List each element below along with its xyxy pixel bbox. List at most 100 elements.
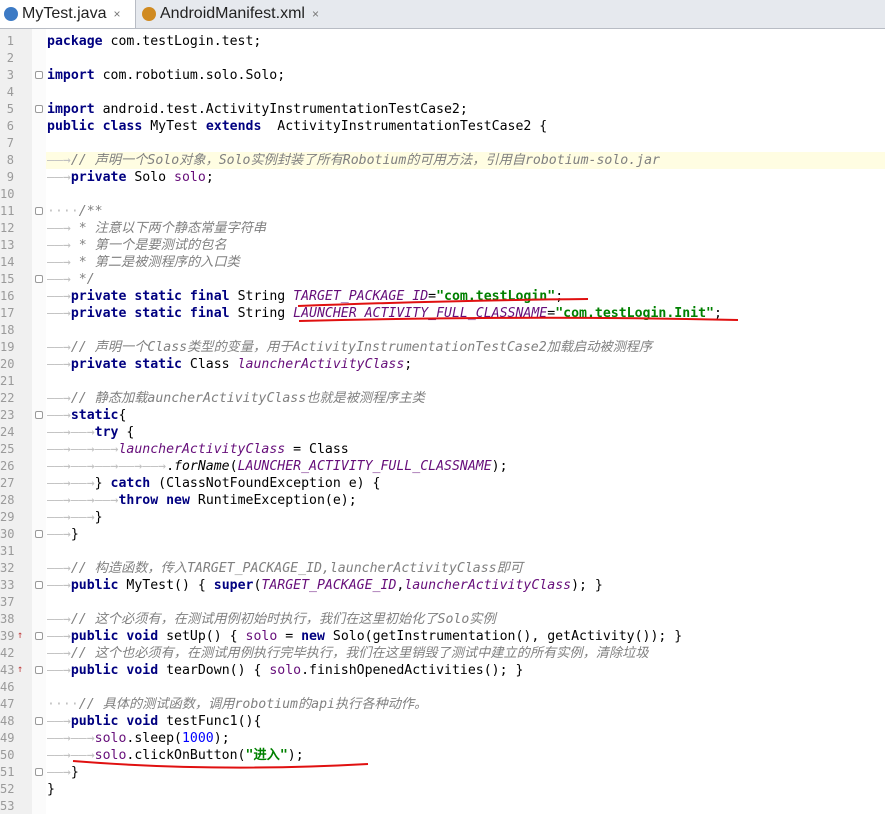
line-number: 15: [0, 272, 15, 286]
code-line[interactable]: ——→——→try {: [47, 424, 134, 441]
line-number: 21: [0, 374, 15, 388]
line-number: 27: [0, 476, 15, 490]
code-line[interactable]: ——→——→——→——→——→.forName(LAUNCHER_ACTIVIT…: [47, 458, 508, 475]
line-number: 50: [0, 748, 15, 762]
code-line[interactable]: ——→private static final String LAUNCHER_…: [47, 305, 722, 322]
line-number: 43: [0, 663, 15, 677]
fold-column: [32, 29, 46, 814]
line-number: 26: [0, 459, 15, 473]
line-number: 52: [0, 782, 15, 796]
code-line[interactable]: import com.robotium.solo.Solo;: [47, 67, 285, 84]
line-number: 8: [6, 153, 14, 167]
line-number: 11: [0, 204, 15, 218]
line-number: 39: [0, 629, 15, 643]
fold-collapse-icon[interactable]: [35, 275, 43, 283]
code-line[interactable]: ——→// 静态加载auncherActivityClass也就是被测程序主类: [47, 390, 425, 407]
code-line[interactable]: ——→private static final String TARGET_PA…: [47, 288, 563, 305]
line-number: 19: [0, 340, 15, 354]
override-method-icon[interactable]: ↑: [17, 630, 23, 641]
code-line[interactable]: ——→——→——→launcherActivityClass = Class: [47, 441, 349, 458]
code-line[interactable]: ——→——→solo.sleep(1000);: [47, 730, 230, 747]
line-number: 38: [0, 612, 15, 626]
close-icon[interactable]: ×: [113, 7, 120, 21]
fold-collapse-icon[interactable]: [35, 768, 43, 776]
code-line[interactable]: ——→}: [47, 764, 79, 781]
fold-expand-icon[interactable]: [35, 666, 43, 674]
code-line[interactable]: ——→// 这个必须有，在测试用例初始时执行，我们在这里初始化了Solo实例: [47, 611, 496, 628]
line-number: 46: [0, 680, 15, 694]
override-method-icon[interactable]: ↑: [17, 664, 23, 675]
code-line[interactable]: ——→——→solo.clickOnButton("进入");: [47, 747, 304, 764]
code-line[interactable]: ——→ * 注意以下两个静态常量字符串: [47, 220, 266, 237]
line-number: 9: [6, 170, 14, 184]
close-icon[interactable]: ×: [312, 7, 319, 21]
line-number: 7: [6, 136, 14, 150]
line-number: 53: [0, 799, 15, 813]
editor-tab-bar: MyTest.java × AndroidManifest.xml ×: [0, 0, 885, 29]
code-line[interactable]: ——→// 这个也必须有，在测试用例执行完毕执行，我们在这里销毁了测试中建立的所…: [47, 645, 649, 662]
code-line[interactable]: ——→——→} catch (ClassNotFoundException e)…: [47, 475, 380, 492]
line-number: 30: [0, 527, 15, 541]
fold-expand-icon[interactable]: [35, 581, 43, 589]
code-line[interactable]: ——→// 构造函数，传入TARGET_PACKAGE_ID,launcherA…: [47, 560, 523, 577]
tab-label: MyTest.java: [22, 5, 107, 22]
line-number: 14: [0, 255, 15, 269]
line-number: 25: [0, 442, 15, 456]
fold-collapse-icon[interactable]: [35, 411, 43, 419]
line-number-gutter: 1 2 3 4 5 6 7 8 9 10 11 12 13 14 15 16 17 18 19 20 21 22 23 24 2…: [0, 29, 33, 814]
code-line[interactable]: ····// 具体的测试函数，调用robotium的api执行各种动作。: [47, 696, 427, 713]
code-line[interactable]: ——→public MyTest() { super(TARGET_PACKAG…: [47, 577, 603, 594]
xml-file-icon: [142, 7, 156, 21]
code-line[interactable]: ——→ */: [47, 271, 95, 288]
code-line[interactable]: ——→public void testFunc1(){: [47, 713, 261, 730]
fold-expand-icon[interactable]: [35, 632, 43, 640]
java-class-icon: [4, 7, 18, 21]
line-number: 31: [0, 544, 15, 558]
code-line[interactable]: ——→public void tearDown() { solo.finishO…: [47, 662, 523, 679]
code-line[interactable]: ····/**: [47, 203, 103, 220]
line-number: 42: [0, 646, 15, 660]
line-number: 29: [0, 510, 15, 524]
fold-collapse-icon[interactable]: [35, 207, 43, 215]
code-line[interactable]: package com.testLogin.test;: [47, 33, 261, 50]
line-number: 48: [0, 714, 15, 728]
line-number: 4: [6, 85, 14, 99]
line-number: 28: [0, 493, 15, 507]
line-number: 17: [0, 306, 15, 320]
code-line[interactable]: ——→——→——→throw new RuntimeException(e);: [47, 492, 357, 509]
line-number: 18: [0, 323, 15, 337]
tab-label: AndroidManifest.xml: [160, 5, 305, 22]
tab-mytest-java[interactable]: MyTest.java ×: [0, 0, 136, 28]
fold-collapse-icon[interactable]: [35, 105, 43, 113]
line-number: 10: [0, 187, 15, 201]
tab-android-manifest-xml[interactable]: AndroidManifest.xml ×: [138, 0, 348, 28]
line-number: 3: [6, 68, 14, 82]
code-line[interactable]: ——→public void setUp() { solo = new Solo…: [47, 628, 682, 645]
line-number: 13: [0, 238, 15, 252]
line-number: 24: [0, 425, 15, 439]
code-line[interactable]: ——→// 声明一个Solo对象，Solo实例封装了所有Robotium的可用方…: [46, 152, 885, 169]
code-line[interactable]: import android.test.ActivityInstrumentat…: [47, 101, 468, 118]
line-number: 2: [6, 51, 14, 65]
fold-collapse-icon[interactable]: [35, 530, 43, 538]
code-line[interactable]: ——→// 声明一个Class类型的变量，用于ActivityInstrumen…: [47, 339, 652, 356]
code-line[interactable]: ——→——→}: [47, 509, 103, 526]
code-line[interactable]: public class MyTest extends ActivityInst…: [47, 118, 547, 135]
line-number: 51: [0, 765, 15, 779]
line-number: 37: [0, 595, 15, 609]
line-number: 22: [0, 391, 15, 405]
code-line[interactable]: ——→static{: [47, 407, 126, 424]
code-line[interactable]: ——→private Solo solo;: [47, 169, 214, 186]
fold-collapse-icon[interactable]: [35, 717, 43, 725]
code-line[interactable]: ——→}: [47, 526, 79, 543]
line-number: 49: [0, 731, 15, 745]
code-line[interactable]: }: [47, 781, 55, 798]
line-number: 20: [0, 357, 15, 371]
code-line[interactable]: ——→ * 第一个是要测试的包名: [47, 237, 227, 254]
line-number: 1: [6, 34, 14, 48]
fold-collapse-icon[interactable]: [35, 71, 43, 79]
code-line[interactable]: ——→ * 第二是被测程序的入口类: [47, 254, 240, 271]
code-line[interactable]: ——→private static Class launcherActivity…: [47, 356, 412, 373]
line-number: 6: [6, 119, 14, 133]
line-number: 12: [0, 221, 15, 235]
